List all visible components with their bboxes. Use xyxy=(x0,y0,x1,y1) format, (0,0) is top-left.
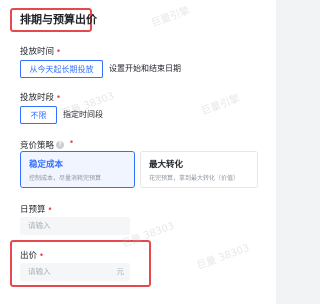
strategy-card-desc: 控制成本，尽量消耗完预算 xyxy=(29,175,102,182)
watermark: 巨量引擎 xyxy=(200,93,242,118)
strategy-card-title: 稳定成本 xyxy=(29,160,64,170)
daily-budget-label: 日预算 • xyxy=(20,205,53,215)
required-mark: • xyxy=(69,138,75,148)
required-mark: • xyxy=(56,93,62,103)
section-title: 排期与预算出价 xyxy=(20,13,97,26)
required-mark: • xyxy=(47,205,53,215)
time-slot-label: 投放时段 • xyxy=(20,93,62,103)
daily-budget-input[interactable]: 请输入 xyxy=(20,217,130,235)
schedule-budget-bid-panel: 排期与预算出价 投放时间 • 从今天起长期投放 设置开始和结束日期 投放时段 • 不… xyxy=(0,0,276,304)
schedule-label: 投放时间 • xyxy=(20,47,62,57)
time-slot-option-custom[interactable]: 指定时间段 xyxy=(57,106,109,124)
bid-placeholder: 请输入 xyxy=(28,267,51,276)
required-mark: • xyxy=(39,251,45,261)
schedule-option-date-range[interactable]: 设置开始和结束日期 xyxy=(103,60,187,78)
required-mark: • xyxy=(56,47,62,57)
strategy-label: 竞价策略 xyxy=(20,141,55,151)
bid-unit-suffix: 元 xyxy=(116,267,125,276)
watermark: 巨量 38303 xyxy=(195,242,251,272)
watermark: 巨量引擎 xyxy=(150,5,192,30)
strategy-card-max-conversion[interactable]: 最大转化 花完预算，拿到最大转化（价值） xyxy=(140,151,258,188)
help-icon[interactable]: ? xyxy=(56,141,64,149)
strategy-card-title: 最大转化 xyxy=(149,160,184,170)
strategy-card-stable-cost[interactable]: 稳定成本 控制成本，尽量消耗完预算 xyxy=(20,151,135,188)
schedule-option-long-term[interactable]: 从今天起长期投放 xyxy=(20,60,103,78)
strategy-card-desc: 花完预算，拿到最大转化（价值） xyxy=(149,175,240,182)
daily-budget-placeholder: 请输入 xyxy=(28,221,51,230)
bid-label: 出价 • xyxy=(20,251,45,261)
time-slot-option-any[interactable]: 不限 xyxy=(20,106,57,124)
bid-input[interactable]: 请输入 元 xyxy=(20,263,130,281)
